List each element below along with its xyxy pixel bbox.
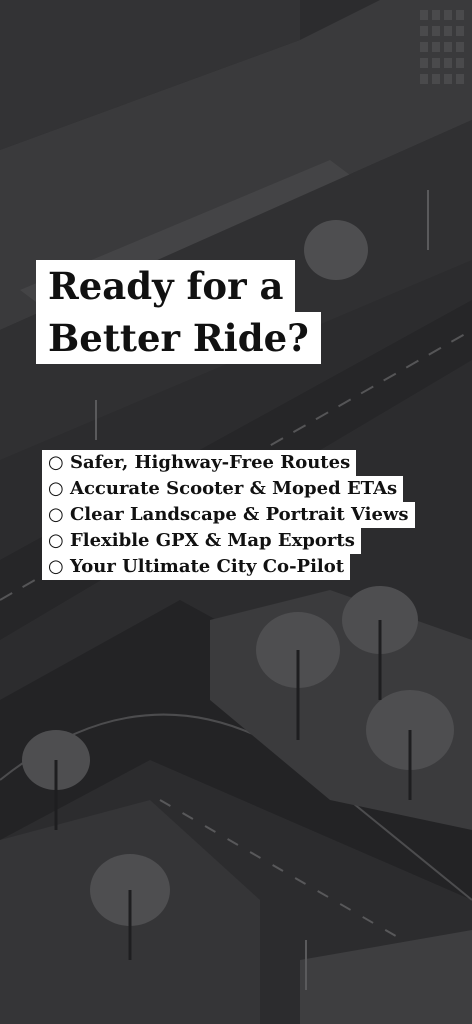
feature-item: ○ Clear Landscape & Portrait Views [42,502,415,528]
feature-item-text: ○ Clear Landscape & Portrait Views [42,502,415,528]
feature-item: ○ Your Ultimate City Co-Pilot [42,554,415,580]
feature-item-text: ○ Safer, Highway-Free Routes [42,450,357,476]
feature-item: ○ Safer, Highway-Free Routes [42,450,415,476]
feature-item-text: ○ Accurate Scooter & Moped ETAs [42,476,404,502]
feature-item-text: ○ Your Ultimate City Co-Pilot [42,554,351,580]
headline-line-2: Better Ride? [36,312,321,364]
headline-line-1: Ready for a [36,260,296,312]
feature-item: ○ Flexible GPX & Map Exports [42,528,415,554]
feature-item-text: ○ Flexible GPX & Map Exports [42,528,361,554]
feature-list: ○ Safer, Highway-Free Routes ○ Accurate … [42,450,415,580]
headline: Ready for a Better Ride? [36,260,321,364]
feature-item: ○ Accurate Scooter & Moped ETAs [42,476,415,502]
